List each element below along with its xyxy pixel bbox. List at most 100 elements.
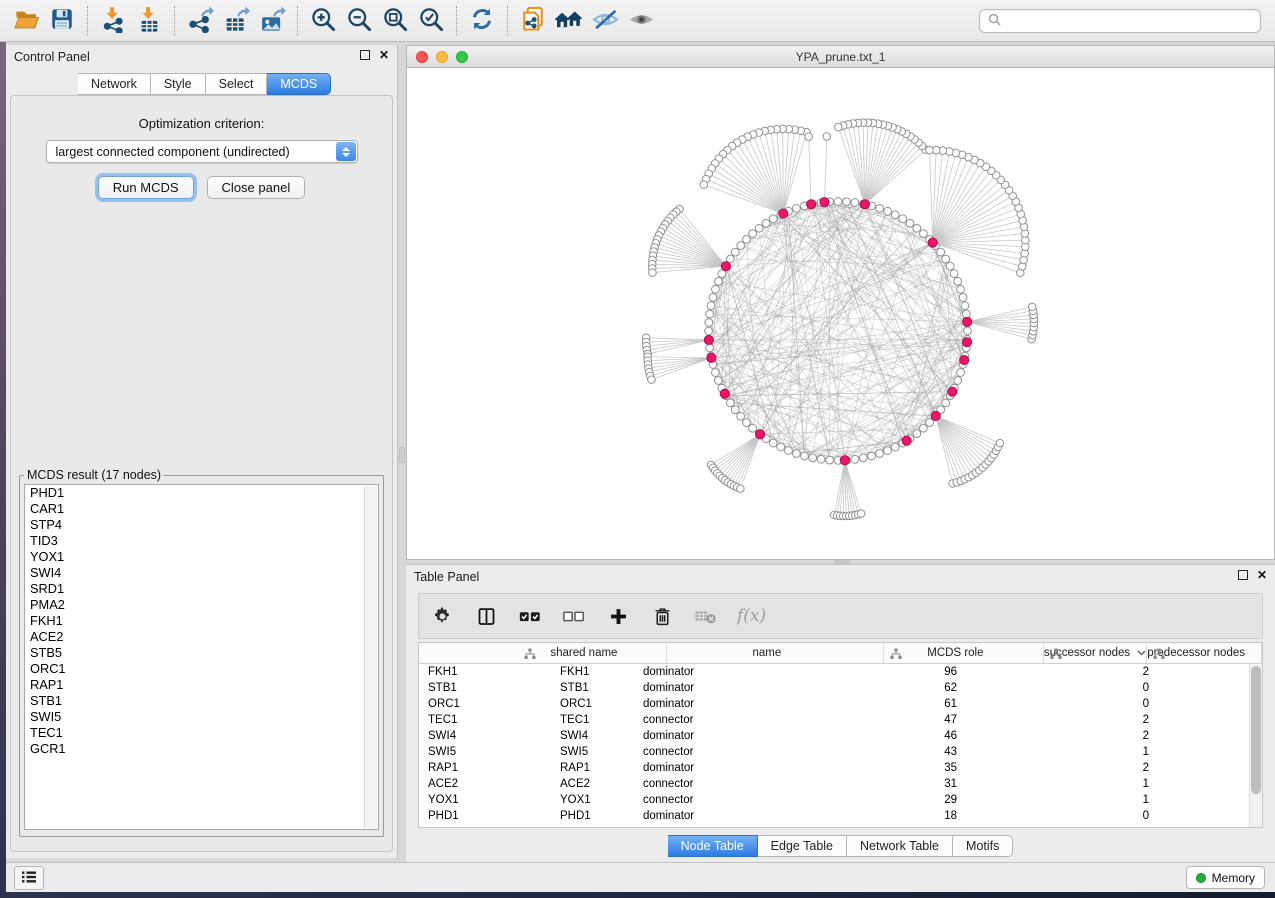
float-panel-icon[interactable]: [360, 50, 370, 60]
duplicate-network-button[interactable]: [515, 3, 551, 39]
criterion-select[interactable]: largest connected component (undirected): [46, 140, 358, 163]
cell-successor-nodes: 46: [784, 730, 1001, 742]
network-search-field[interactable]: [979, 9, 1261, 33]
table-row[interactable]: ACE2 ACE2 connector 31 1: [419, 776, 1249, 792]
mcds-result-item: PHD1: [25, 485, 378, 501]
close-panel-icon[interactable]: ✕: [379, 50, 389, 60]
optimization-criterion-label: Optimization criterion:: [11, 116, 392, 131]
zoom-out-icon: [346, 6, 373, 36]
run-mcds-button[interactable]: Run MCDS: [98, 176, 194, 199]
cell-predecessor-nodes: 1: [1001, 794, 1161, 806]
eye-icon: [627, 5, 656, 37]
maximize-window-icon[interactable]: [456, 51, 468, 63]
cell-name: RAP1: [553, 762, 635, 774]
import-network-icon: [100, 6, 127, 36]
deselect-all-checkboxes-icon[interactable]: [561, 603, 587, 629]
select-all-checkboxes-icon[interactable]: [517, 603, 543, 629]
memory-button[interactable]: Memory: [1186, 866, 1265, 889]
export-network-button[interactable]: [182, 3, 218, 39]
table-row[interactable]: PHD1 PHD1 dominator 18 0: [419, 808, 1249, 824]
table-row[interactable]: ORC1 ORC1 dominator 61 0: [419, 696, 1249, 712]
minimize-window-icon[interactable]: [436, 51, 448, 63]
close-panel-button[interactable]: Close panel: [207, 176, 306, 199]
cell-shared-name: STB1: [419, 682, 553, 694]
column-header-label: shared name: [550, 647, 617, 659]
zoom-out-button[interactable]: [341, 3, 377, 39]
tab-edge-table[interactable]: Edge Table: [758, 835, 847, 857]
control-panel-title: Control Panel: [14, 50, 90, 64]
cell-predecessor-nodes: 2: [1001, 714, 1161, 726]
import-network-button[interactable]: [95, 3, 131, 39]
duplicate-network-icon: [519, 5, 547, 36]
table-row[interactable]: SWI4 SWI4 dominator 46 2: [419, 728, 1249, 744]
mcds-list-scrollbar[interactable]: [364, 486, 377, 828]
cell-successor-nodes: 31: [784, 778, 1001, 790]
node-table: shared name name: [418, 642, 1263, 828]
node-table-header: shared name name: [419, 643, 1262, 664]
table-row[interactable]: FKH1 FKH1 dominator 96 2: [419, 664, 1249, 680]
tab-network[interactable]: Network: [78, 73, 151, 95]
column-header-successor-nodes[interactable]: successor nodes: [1044, 643, 1147, 663]
column-header-mcds-role[interactable]: MCDS role: [884, 643, 1044, 663]
tab-network-table[interactable]: Network Table: [847, 835, 953, 857]
cell-mcds-role: dominator: [635, 810, 784, 822]
mcds-result-fieldset: MCDS result (17 nodes) PHD1CAR1STP4TID3Y…: [19, 468, 384, 837]
search-input[interactable]: [1007, 14, 1252, 28]
mcds-result-item: GCR1: [25, 741, 378, 757]
cell-name: SWI4: [553, 730, 635, 742]
open-file-button[interactable]: [8, 3, 44, 39]
cell-predecessor-nodes: 0: [1001, 682, 1161, 694]
tab-style[interactable]: Style: [151, 73, 206, 95]
close-panel-icon[interactable]: ✕: [1257, 570, 1267, 580]
show-columns-icon[interactable]: [473, 603, 499, 629]
cell-name: FKH1: [553, 666, 635, 678]
table-row[interactable]: SWI5 SWI5 connector 43 1: [419, 744, 1249, 760]
column-header-shared-name[interactable]: shared name: [518, 643, 667, 663]
export-table-button[interactable]: [218, 3, 254, 39]
show-all-button[interactable]: [623, 3, 659, 39]
tab-mcds[interactable]: MCDS: [267, 73, 331, 95]
network-canvas[interactable]: [407, 68, 1274, 559]
cell-successor-nodes: 47: [784, 714, 1001, 726]
mcds-result-list[interactable]: PHD1CAR1STP4TID3YOX1SWI4SRD1PMA2FKH1ACE2…: [24, 484, 379, 830]
table-row[interactable]: TEC1 TEC1 connector 47 2: [419, 712, 1249, 728]
zoom-fit-button[interactable]: [377, 3, 413, 39]
vertical-splitter[interactable]: [398, 45, 406, 858]
table-row[interactable]: STB1 STB1 dominator 62 0: [419, 680, 1249, 696]
close-window-icon[interactable]: [416, 51, 428, 63]
refresh-layout-button[interactable]: [464, 3, 500, 39]
tab-node-table[interactable]: Node Table: [668, 835, 758, 857]
cell-shared-name: FKH1: [419, 666, 553, 678]
delete-column-trash-icon[interactable]: [649, 603, 675, 629]
zoom-in-button[interactable]: [305, 3, 341, 39]
task-history-button[interactable]: [14, 866, 44, 890]
tab-select[interactable]: Select: [206, 73, 268, 95]
network-window-titlebar[interactable]: YPA_prune.txt_1: [407, 46, 1274, 68]
cell-name: STB1: [553, 682, 635, 694]
add-column-icon[interactable]: [605, 603, 631, 629]
export-image-button[interactable]: [254, 3, 290, 39]
column-header-predecessor-nodes[interactable]: predecessor nodes: [1147, 643, 1262, 663]
cell-successor-nodes: 61: [784, 698, 1001, 710]
float-panel-icon[interactable]: [1238, 570, 1248, 580]
table-scrollbar-thumb[interactable]: [1251, 666, 1261, 794]
mcds-result-item: SWI5: [25, 709, 378, 725]
zoom-selected-button[interactable]: [413, 3, 449, 39]
hide-selected-button[interactable]: [587, 3, 623, 39]
import-table-button[interactable]: [131, 3, 167, 39]
cell-successor-nodes: 35: [784, 762, 1001, 774]
table-row[interactable]: RAP1 RAP1 dominator 35 2: [419, 760, 1249, 776]
table-options-gear-icon[interactable]: [429, 603, 455, 629]
first-neighbors-button[interactable]: [551, 3, 587, 39]
vertical-splitter-handle[interactable]: [399, 447, 405, 463]
toolbar-separator: [87, 6, 88, 36]
column-header-name[interactable]: name: [667, 643, 884, 663]
cell-shared-name: SWI5: [419, 746, 553, 758]
save-session-button[interactable]: [44, 3, 80, 39]
mcds-result-item: SRD1: [25, 581, 378, 597]
mcds-result-item: FKH1: [25, 613, 378, 629]
tab-motifs[interactable]: Motifs: [953, 835, 1013, 857]
table-row[interactable]: YOX1 YOX1 connector 29 1: [419, 792, 1249, 808]
refresh-icon: [468, 5, 496, 36]
table-scrollbar[interactable]: [1249, 664, 1262, 827]
